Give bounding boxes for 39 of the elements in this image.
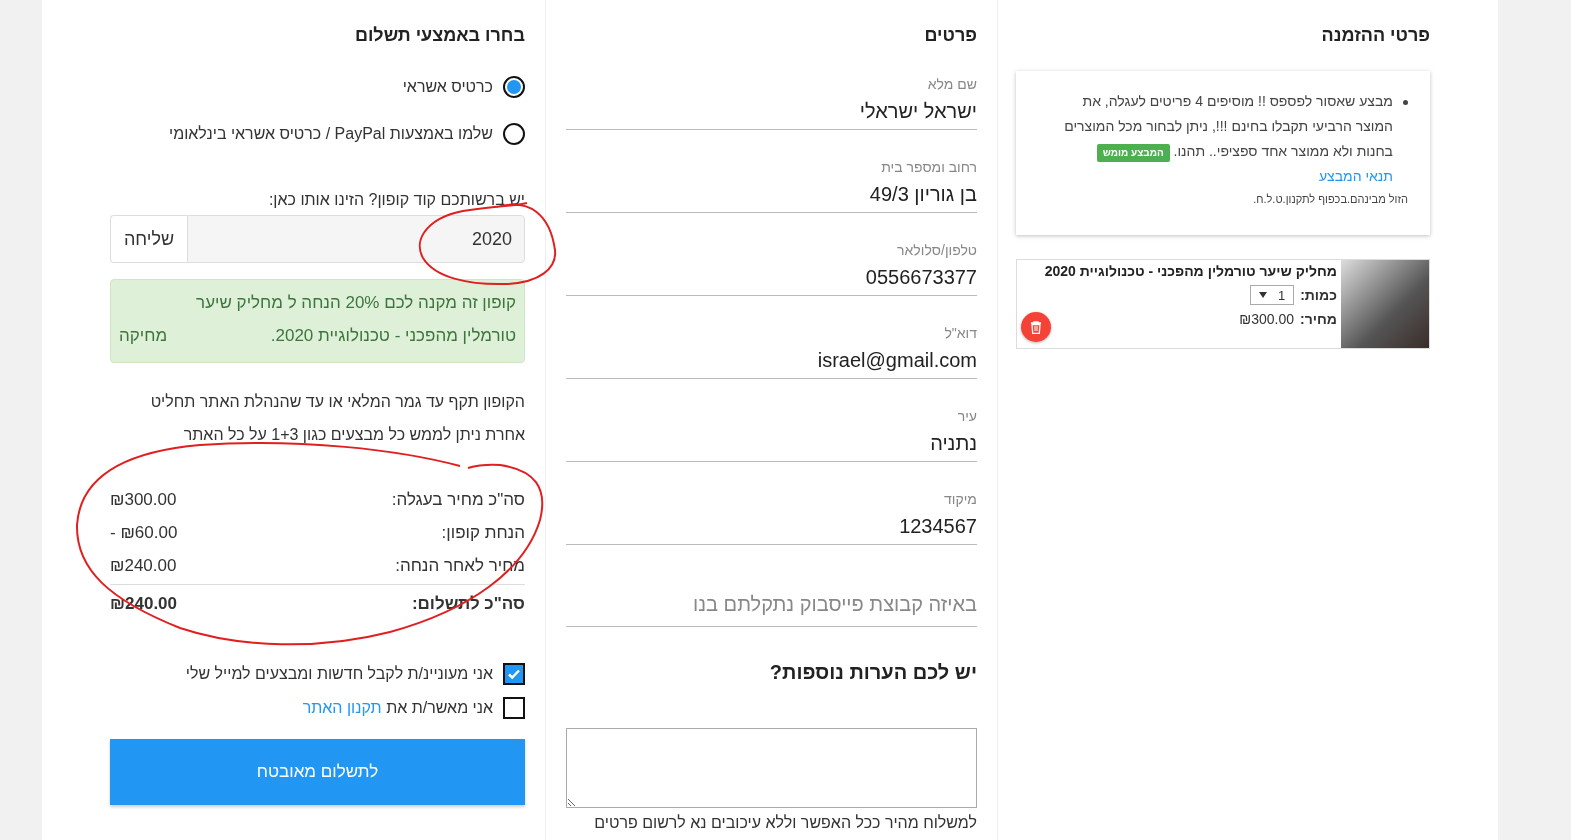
total-label: סה"כ מחיר בעגלה:	[391, 489, 525, 510]
checkbox[interactable]	[503, 663, 525, 685]
text-field[interactable]: שם מלא ישראל ישראלי	[566, 58, 977, 130]
notes-field[interactable]	[566, 728, 977, 808]
radio-button[interactable]	[503, 123, 525, 145]
alert-text: קופון זה מקנה לכם 20% הנחה ל מחליק שיער טורמלין מהפכני - טכנולוגיית 2020.	[195, 292, 516, 347]
product-name: מחליק שיער טורמלין מהפכני - טכנולוגיית 2020	[1043, 263, 1337, 279]
promo-text: מבצע שאסור לפספס !! מוסיפים 4 פריטים לעגלה, את המוצר הרביעי תקבלו בחינם !!!, ניתן לבחור מכל המוצרים בחנות ולא ממוצר אחד ספציפי.. תהנו. המבצע מומש תנאי המבצע	[1063, 92, 1393, 186]
status-badge: המבצע מומש	[1096, 144, 1170, 162]
quantity-select[interactable]: 1	[1250, 285, 1295, 305]
notes-hint: למשלוח מהיר ככל האפשר וללא עיכובים נא לרשום פרטים	[593, 814, 977, 832]
checkbox[interactable]	[503, 697, 525, 719]
promo-note: הזול מבינהם.בכפוף לתקנון.ט.ל.ח.	[1252, 193, 1408, 205]
price-value: ₪300.00	[1239, 311, 1295, 327]
checkbox-label: אני מאשר/ת את תקנון האתר	[302, 699, 493, 717]
trash-icon	[1030, 320, 1042, 334]
radio-label: כרטיס אשראי	[402, 78, 493, 96]
checkbox-label: אני מעוניינ/ת לקבל חדשות ומבצעים למייל שלי	[185, 665, 493, 683]
radio-label: שלמו באמצעות PayPal / כרטיס אשראי בינלאומי	[169, 125, 493, 143]
radio-button[interactable]	[503, 76, 525, 98]
text-field[interactable]: רחוב ומספר בית בן גוריון 49/3	[566, 141, 977, 213]
bullet-dot	[1403, 100, 1408, 105]
section-title: בחרו באמצעי תשלום	[353, 25, 525, 47]
coupon-field[interactable]: 2020	[187, 215, 525, 263]
price-label: מחיר:	[1300, 311, 1337, 327]
text-field[interactable]: עיר נתניה	[566, 390, 977, 462]
notes-title: יש לכם הערות נוספות?	[768, 661, 977, 684]
total-label: הנחת קופון:	[441, 522, 525, 543]
section-title: פרטים	[923, 25, 977, 47]
dropdown-icon	[1259, 292, 1268, 298]
send-button[interactable]: שליחה	[110, 215, 187, 263]
quantity-label: כמות:	[1300, 287, 1337, 303]
total-value: ₪240.00	[110, 555, 177, 576]
total-value: - ₪60.00	[110, 522, 178, 543]
section-title: פרטי ההזמנה	[1320, 25, 1430, 47]
remove-link[interactable]: מחיקה	[119, 319, 168, 352]
delete-button[interactable]	[1021, 312, 1051, 342]
coupon-note: הקופון תקף עד גמר המלאי או עד שהנהלת האתר תחליט אחרת ניתן לממש כל מבצעים כגון 1+3 על כל האתר	[149, 392, 525, 445]
total-value: ₪300.00	[110, 489, 177, 510]
